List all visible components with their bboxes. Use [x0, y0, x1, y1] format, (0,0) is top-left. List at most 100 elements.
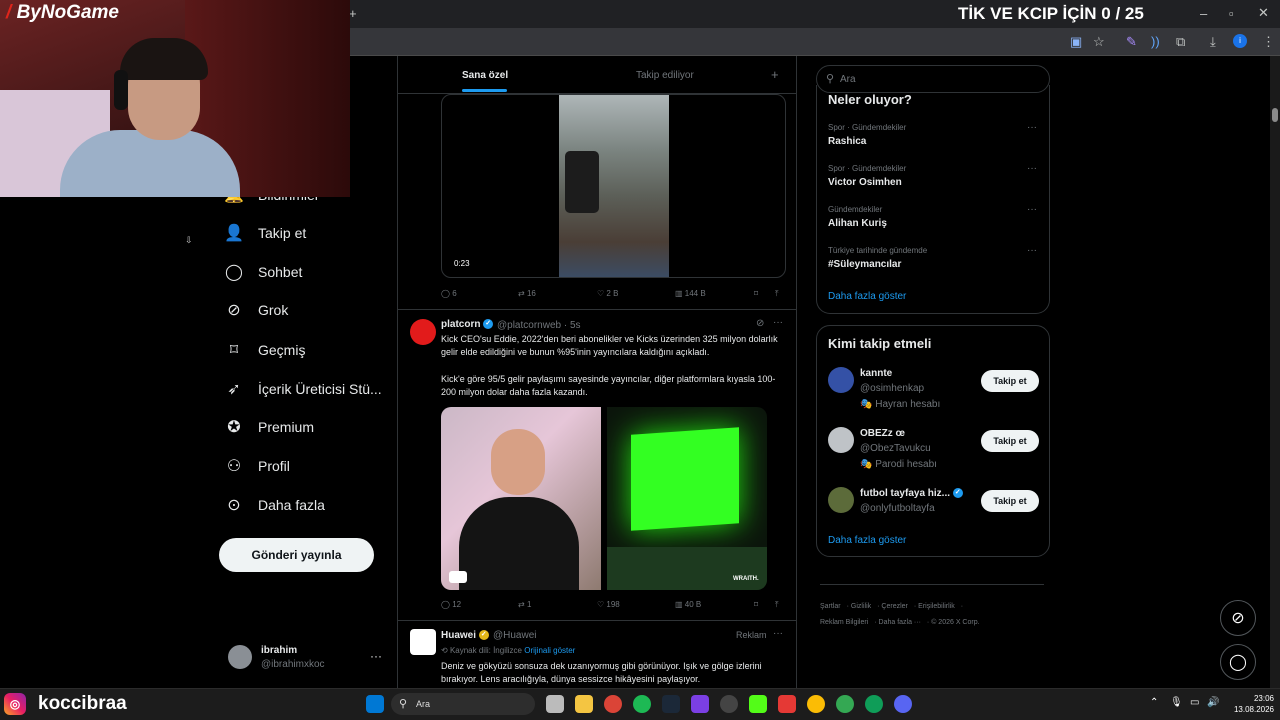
profile-icon[interactable]: i — [1233, 34, 1247, 48]
more-icon[interactable]: ··· — [370, 649, 382, 663]
avatar[interactable] — [410, 629, 436, 655]
trends-show-more[interactable]: Daha fazla göster — [828, 291, 906, 302]
scrollbar[interactable] — [1270, 56, 1280, 688]
microphone-icon[interactable]: 🎙 — [1170, 697, 1183, 708]
nav-premium[interactable]: ✪ Premium — [224, 408, 394, 446]
windows-start-icon[interactable] — [366, 695, 384, 713]
new-tab-icon[interactable]: + — [349, 6, 357, 21]
account-switcher[interactable]: ibrahim @ibrahimxkoc ··· — [228, 643, 388, 673]
avatar[interactable] — [828, 367, 854, 393]
who-show-more[interactable]: Daha fazla göster — [828, 535, 906, 546]
repost-button[interactable]: ⇄ 1 — [518, 600, 531, 609]
grok-icon[interactable]: ⊘ — [756, 318, 764, 329]
tab-following[interactable]: Takip ediliyor — [636, 70, 694, 81]
nav-more[interactable]: ⊙ Daha fazla — [224, 486, 394, 524]
maximize-icon[interactable]: ▫ — [1229, 6, 1234, 21]
footer-link[interactable]: Daha fazla ··· — [879, 619, 921, 626]
post-button[interactable]: Gönderi yayınla — [219, 538, 374, 572]
network-icon[interactable]: ▭ — [1190, 697, 1199, 708]
phone-image — [565, 151, 599, 213]
footer-link[interactable]: Çerezler — [881, 603, 907, 610]
trend-item[interactable]: Alihan Kuriş — [828, 218, 887, 229]
obs-icon[interactable] — [720, 695, 738, 713]
suggested-user-name[interactable]: OBEZz œ — [860, 428, 905, 439]
minimize-icon[interactable]: – — [1200, 6, 1207, 21]
messages-fab-icon[interactable]: ◯ — [1220, 644, 1256, 680]
avatar[interactable] — [828, 487, 854, 513]
more-icon[interactable]: ··· — [773, 628, 783, 639]
like-button[interactable]: ♡ 2 B — [597, 289, 618, 298]
views-button[interactable]: ▥ 40 B — [675, 600, 701, 609]
reply-button[interactable]: ◯ 12 — [441, 600, 461, 609]
trend-item[interactable]: Rashica — [828, 136, 866, 147]
nav-profile[interactable]: ⚇ Profil — [224, 447, 394, 485]
views-button[interactable]: ▥ 144 B — [675, 289, 706, 298]
pen-extension-icon[interactable]: ✎ — [1126, 34, 1137, 50]
menu-icon[interactable]: ⋮ — [1262, 34, 1275, 50]
footer-link[interactable]: Reklam Bilgileri — [820, 619, 868, 626]
file-explorer-icon[interactable] — [575, 695, 593, 713]
repost-button[interactable]: ⇄ 16 — [518, 289, 536, 298]
grok-fab-icon[interactable]: ⊘ — [1220, 600, 1256, 636]
download-icon[interactable]: ⤓ — [1210, 34, 1216, 50]
taskbar-clock[interactable]: 23:06 13.08.2026 — [1228, 693, 1274, 715]
star-icon[interactable]: ☆ — [1093, 34, 1105, 50]
tweet-author[interactable]: Huawei ✓ — [441, 630, 489, 641]
more-icon[interactable]: ··· — [1027, 163, 1037, 174]
more-icon[interactable]: ··· — [1027, 245, 1037, 256]
audio-extension-icon[interactable]: )) — [1151, 34, 1160, 49]
steam-icon[interactable] — [662, 695, 680, 713]
taskbar-search[interactable]: ⚲ Ara — [391, 693, 535, 715]
avatar[interactable] — [828, 427, 854, 453]
app-icon[interactable] — [691, 695, 709, 713]
follow-button[interactable]: Takip et — [981, 490, 1039, 512]
kick-icon[interactable] — [749, 695, 767, 713]
nav-creator-studio[interactable]: ➶ İçerik Üreticisi Stü... — [224, 370, 394, 408]
bookmark-icon[interactable]: ⌑ — [754, 600, 758, 609]
nav-follow[interactable]: 👤 Takip et — [224, 214, 394, 252]
footer-link[interactable]: Şartlar — [820, 603, 841, 610]
discord-icon[interactable] — [894, 695, 912, 713]
show-original-link[interactable]: Orijinali göster — [524, 646, 575, 655]
follow-button[interactable]: Takip et — [981, 430, 1039, 452]
reply-button[interactable]: ◯ 6 — [441, 289, 457, 298]
cast-icon[interactable]: ▣ — [1070, 34, 1082, 50]
avatar[interactable] — [410, 319, 436, 345]
like-button[interactable]: ♡ 198 — [597, 600, 620, 609]
video-player[interactable]: 0:23 — [441, 94, 786, 278]
more-icon[interactable]: ··· — [1027, 204, 1037, 215]
follow-button[interactable]: Takip et — [981, 370, 1039, 392]
nav-grok[interactable]: ⊘ Grok — [224, 291, 394, 329]
share-icon[interactable]: ⤒ — [775, 289, 779, 299]
nav-bookmarks[interactable]: ⌑ Geçmiş — [224, 331, 394, 369]
chrome-icon[interactable] — [807, 695, 825, 713]
scrollbar-thumb[interactable] — [1272, 108, 1278, 122]
spotify-icon[interactable] — [633, 695, 651, 713]
nav-chat[interactable]: ◯ Sohbet — [224, 253, 394, 291]
chevron-up-icon[interactable]: ⌃ — [1150, 697, 1158, 708]
more-icon[interactable]: ··· — [1027, 122, 1037, 133]
suggested-user-name[interactable]: kannte — [860, 368, 892, 379]
add-tab-icon[interactable]: + — [771, 67, 779, 82]
chrome-icon[interactable] — [836, 695, 854, 713]
more-icon[interactable]: ··· — [773, 317, 783, 328]
extensions-icon[interactable]: ⧉ — [1176, 34, 1185, 50]
trend-item[interactable]: #Süleymancılar — [828, 259, 901, 270]
tweet-image[interactable] — [441, 407, 601, 590]
bookmark-icon[interactable]: ⌑ — [754, 289, 758, 298]
share-icon[interactable]: ⤒ — [775, 600, 779, 610]
valorant-icon[interactable] — [778, 695, 796, 713]
tweet-image[interactable]: WRAITH. — [607, 407, 767, 590]
task-view-icon[interactable] — [546, 695, 564, 713]
search-input[interactable]: ⚲ Ara — [816, 65, 1050, 93]
volume-icon[interactable]: 🔊 — [1207, 697, 1219, 708]
trend-item[interactable]: Victor Osimhen — [828, 177, 902, 188]
edge-icon[interactable] — [865, 695, 883, 713]
chrome-icon[interactable] — [604, 695, 622, 713]
footer-link[interactable]: Gizlilik — [851, 603, 871, 610]
tab-for-you[interactable]: Sana özel — [462, 70, 508, 81]
close-icon[interactable]: ✕ — [1258, 5, 1269, 21]
suggested-user-name[interactable]: futbol tayfaya hiz... ✓ — [860, 488, 963, 499]
tweet-author[interactable]: platcorn ✓ — [441, 319, 494, 330]
footer-link[interactable]: Erişilebilirlik — [918, 603, 955, 610]
